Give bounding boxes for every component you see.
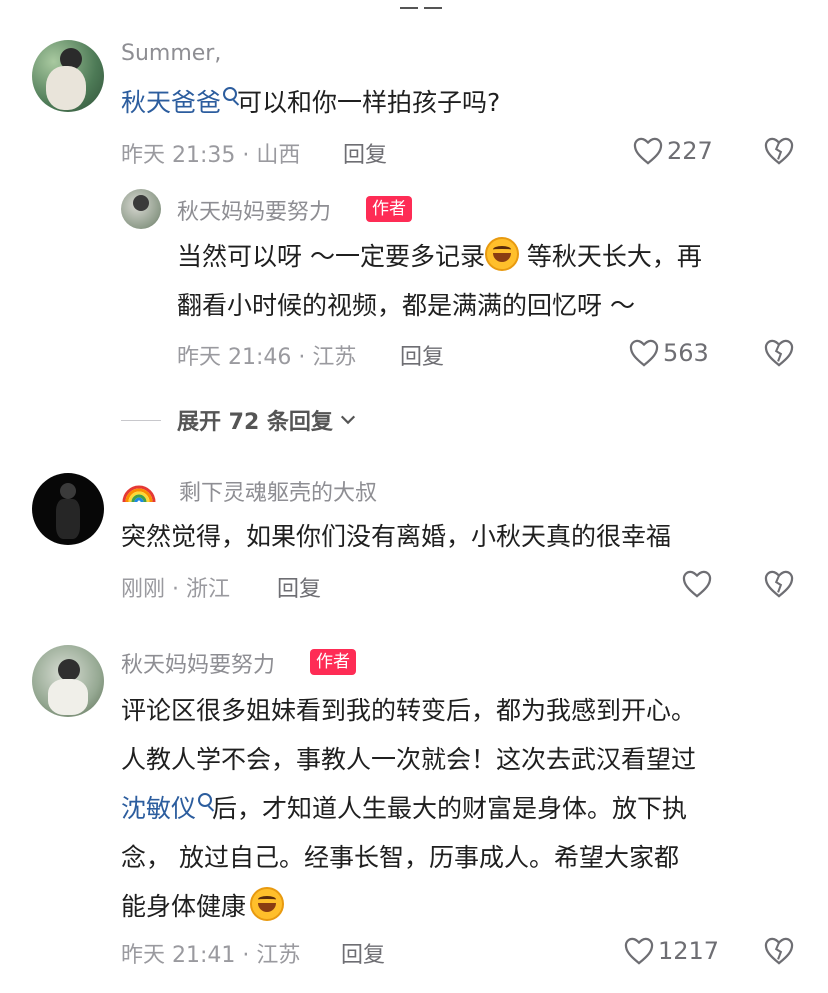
like-count: 563 — [663, 339, 709, 367]
heart-icon — [629, 339, 659, 367]
reply-button[interactable]: 回复 — [277, 571, 321, 603]
like-button[interactable]: 1217 — [624, 934, 719, 968]
reply-button[interactable]: 回复 — [400, 339, 444, 371]
reply-username[interactable]: 秋天妈妈要努力 — [177, 194, 331, 226]
comment-text-line4: 念， 放过自己。经事长智，历事成人。希望大家都 — [121, 843, 679, 872]
comment-meta: 昨天 21:35 · 山西 — [121, 143, 301, 168]
comment-text: 秋天爸爸 可以和你一样拍孩子吗? — [121, 78, 500, 128]
reply-button[interactable]: 回复 — [343, 137, 387, 169]
comment-text-part: 能身体健康 — [121, 892, 247, 921]
mention-link[interactable]: 沈敏仪 — [121, 794, 196, 823]
grinning-emoji-icon — [250, 887, 285, 921]
reply-text-line1: 当然可以呀 ～一定要多记录 等秋天长大，再 — [177, 232, 702, 282]
avatar[interactable] — [121, 189, 161, 229]
comment-text-line3: 沈敏仪 后，才知道人生最大的财富是身体。放下执 — [121, 784, 687, 834]
heart-icon[interactable] — [682, 570, 712, 598]
broken-heart-icon[interactable] — [764, 570, 794, 598]
comment-text-line2: 人教人学不会，事教人一次就会！这次去武汉看望过 — [121, 745, 697, 774]
laughing-emoji-icon — [484, 237, 519, 271]
top-partial-text — [400, 0, 490, 9]
heart-icon — [633, 137, 663, 165]
mention-link[interactable]: 秋天爸爸 — [121, 88, 221, 117]
comment-meta: 昨天 21:41 · 江苏 — [121, 943, 301, 968]
comment-text-line5: 能身体健康 — [121, 882, 285, 932]
reply-text-line2: 翻看小时候的视频，都是满满的回忆呀 ～ — [177, 291, 635, 320]
avatar[interactable] — [32, 473, 104, 545]
like-count: 1217 — [658, 937, 720, 965]
avatar[interactable] — [32, 645, 104, 717]
reply-button[interactable]: 回复 — [341, 937, 385, 969]
author-badge: 作者 — [310, 649, 356, 675]
reply-text-part: 当然可以呀 ～一定要多记录 — [177, 242, 485, 271]
reply-text-part: 等秋天长大，再 — [518, 242, 702, 271]
comment-text: 突然觉得，如果你们没有离婚，小秋天真的很幸福 — [121, 522, 672, 551]
comment-username[interactable]: 剩下灵魂躯壳的大叔 — [179, 475, 377, 507]
chevron-down-icon — [340, 415, 356, 425]
comment-username[interactable]: 秋天妈妈要努力 — [121, 647, 275, 679]
expand-replies-label: 展开 72 条回复 — [177, 410, 333, 435]
broken-heart-icon[interactable] — [764, 339, 794, 367]
comment-meta: 刚刚 · 浙江 — [121, 577, 230, 602]
like-button[interactable]: 227 — [633, 134, 713, 168]
author-badge: 作者 — [366, 196, 412, 222]
like-count: 227 — [667, 137, 713, 165]
comment-text-body: 可以和你一样拍孩子吗? — [237, 88, 501, 117]
comment-text-line1: 评论区很多姐妹看到我的转变后，都为我感到开心。 — [121, 696, 697, 725]
rainbow-icon — [122, 485, 156, 503]
like-button[interactable]: 563 — [629, 336, 709, 370]
divider — [121, 419, 161, 421]
broken-heart-icon[interactable] — [764, 137, 794, 165]
reply-meta: 昨天 21:46 · 江苏 — [177, 345, 357, 370]
heart-icon — [624, 937, 654, 965]
search-mention-icon — [198, 793, 213, 807]
comment-username[interactable]: Summer, — [121, 41, 221, 66]
comment-text-part: 后，才知道人生最大的财富是身体。放下执 — [212, 794, 688, 823]
search-mention-icon — [223, 87, 238, 101]
broken-heart-icon[interactable] — [764, 937, 794, 965]
avatar[interactable] — [32, 40, 104, 112]
expand-replies-button[interactable]: 展开 72 条回复 — [121, 404, 357, 436]
